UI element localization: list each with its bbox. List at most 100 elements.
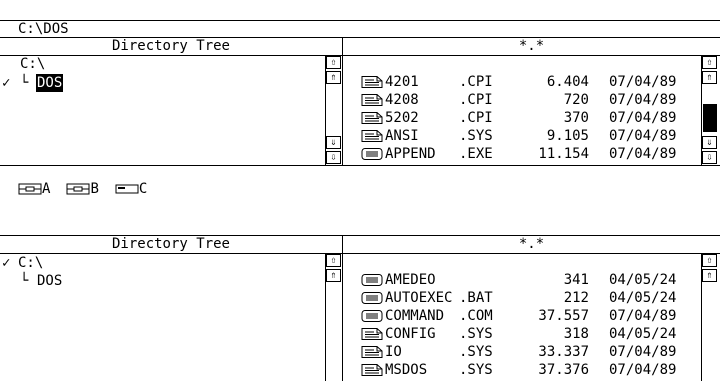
- file-extension: .SYS: [459, 362, 493, 378]
- file-row[interactable]: 4208 .CPI 720 07/04/89: [361, 91, 701, 109]
- file-row[interactable]: MSDOS .SYS 37.376 07/04/89: [361, 361, 701, 379]
- file-name: COMMAND: [385, 308, 445, 324]
- scroll-up-icon[interactable]: ⇧: [702, 56, 717, 69]
- top-files-header: *.*: [343, 38, 720, 56]
- floppy-drive-icon: [66, 183, 90, 195]
- drive-letter: C: [138, 181, 148, 197]
- tree-branch-glyph: └: [20, 273, 29, 289]
- drive-c-button[interactable]: C: [115, 180, 147, 198]
- file-date: 07/04/89: [609, 110, 677, 126]
- top-tree-scrollbar[interactable]: ⇧ ⇑ ⇓ ⇩: [325, 56, 342, 165]
- file-row[interactable]: 5202 .CPI 370 07/04/89: [361, 109, 701, 127]
- bottom-file-list: AMEDEO 341 04/05/24 AUTOEXEC .BAT 212 04/05/24…: [361, 271, 701, 379]
- file-name: 4208: [385, 92, 419, 108]
- file-date: 07/04/89: [609, 344, 677, 360]
- scroll-up-icon[interactable]: ⇧: [326, 254, 341, 267]
- bottom-tree-header: Directory Tree: [0, 236, 342, 254]
- file-name: 4201: [385, 74, 419, 90]
- top-tree-root[interactable]: C:\: [20, 55, 45, 73]
- document-icon: [361, 94, 383, 106]
- file-date: 04/05/24: [609, 272, 677, 288]
- file-date: 04/05/24: [609, 290, 677, 306]
- drive-bar: A B C: [18, 180, 163, 199]
- page-up-icon[interactable]: ⇑: [326, 71, 341, 84]
- bottom-files-header: *.*: [343, 236, 720, 254]
- tree-branch-glyph: └: [20, 75, 29, 91]
- page-up-icon[interactable]: ⇑: [702, 269, 717, 282]
- scroll-up-icon[interactable]: ⇧: [702, 254, 717, 267]
- file-size: 341: [563, 272, 589, 288]
- file-size: 9.105: [546, 128, 589, 144]
- file-date: 07/04/89: [609, 92, 677, 108]
- drive-letter: B: [90, 181, 99, 197]
- file-extension: .CPI: [459, 110, 493, 126]
- top-file-pane[interactable]: *.* 4201 .CPI 6.404 07/04/89 4208 .CPI 720 07/0…: [343, 38, 720, 165]
- top-files-scrollbar[interactable]: ⇧ ⇑ ⇓ ⇩: [701, 56, 718, 165]
- file-extension: .COM: [459, 308, 493, 324]
- bottom-file-pane[interactable]: *.* AMEDEO 341 04/05/24 AUTOEXEC .BAT 212 04/0…: [343, 236, 720, 381]
- file-row[interactable]: COMMAND .COM 37.557 07/04/89: [361, 307, 701, 325]
- file-row[interactable]: 4201 .CPI 6.404 07/04/89: [361, 73, 701, 91]
- file-row[interactable]: CONFIG .SYS 318 04/05/24: [361, 325, 701, 343]
- scroll-down-icon[interactable]: ⇩: [702, 151, 717, 164]
- hard-drive-icon: [115, 184, 139, 194]
- bottom-tree-dos-folder[interactable]: DOS: [37, 272, 62, 290]
- bottom-tree-pane[interactable]: Directory Tree ✓ C:\ └ DOS ⇧ ⇑: [0, 236, 342, 381]
- file-name: AUTOEXEC: [385, 290, 453, 306]
- file-size: 370: [563, 110, 589, 126]
- file-date: 07/04/89: [609, 128, 677, 144]
- file-extension: .EXE: [459, 146, 493, 162]
- program-icon: [361, 148, 383, 160]
- file-extension: .CPI: [459, 74, 493, 90]
- bottom-directory-window: Directory Tree ✓ C:\ └ DOS ⇧ ⇑ *.* AMEDE…: [0, 235, 720, 381]
- file-size: 6.404: [546, 74, 589, 90]
- check-icon: ✓: [2, 75, 11, 91]
- file-name: MSDOS: [385, 362, 428, 378]
- bottom-tree-scrollbar[interactable]: ⇧ ⇑: [325, 254, 342, 381]
- file-date: 07/04/89: [609, 74, 677, 90]
- file-row[interactable]: AMEDEO 341 04/05/24: [361, 271, 701, 289]
- file-row[interactable]: IO .SYS 33.337 07/04/89: [361, 343, 701, 361]
- file-size: 318: [563, 326, 589, 342]
- current-path: C:\DOS: [18, 21, 69, 37]
- file-row[interactable]: APPEND .EXE 11.154 07/04/89: [361, 145, 701, 163]
- page-down-icon[interactable]: ⇓: [326, 136, 341, 149]
- file-date: 04/05/24: [609, 326, 677, 342]
- program-icon: [361, 292, 383, 304]
- top-file-list: 4201 .CPI 6.404 07/04/89 4208 .CPI 720 07/04/89…: [361, 73, 701, 163]
- scroll-thumb[interactable]: [703, 104, 717, 132]
- drive-b-button[interactable]: B: [66, 180, 99, 198]
- top-directory-window: Directory Tree C:\ ✓ └ DOS ⇧ ⇑ ⇓ ⇩ *.* 4…: [0, 38, 720, 166]
- drive-a-button[interactable]: A: [18, 180, 50, 198]
- file-size: 37.376: [538, 362, 589, 378]
- bottom-files-scrollbar[interactable]: ⇧ ⇑: [701, 254, 718, 381]
- file-date: 07/04/89: [609, 362, 677, 378]
- file-size: 212: [563, 290, 589, 306]
- file-name: ANSI: [385, 128, 419, 144]
- file-size: 11.154: [538, 146, 589, 162]
- file-extension: .SYS: [459, 128, 493, 144]
- top-tree-dos-folder[interactable]: DOS: [36, 74, 64, 92]
- file-size: 720: [563, 92, 589, 108]
- file-row[interactable]: ANSI .SYS 9.105 07/04/89: [361, 127, 701, 145]
- bottom-tree-root[interactable]: C:\: [18, 254, 43, 272]
- file-name: IO: [385, 344, 402, 360]
- document-icon: [361, 76, 383, 88]
- file-row[interactable]: AUTOEXEC .BAT 212 04/05/24: [361, 289, 701, 307]
- page-up-icon[interactable]: ⇑: [326, 269, 341, 282]
- document-icon: [361, 364, 383, 376]
- page-down-icon[interactable]: ⇓: [702, 136, 717, 149]
- file-name: CONFIG: [385, 326, 436, 342]
- file-name: 5202: [385, 110, 419, 126]
- scroll-up-icon[interactable]: ⇧: [326, 56, 341, 69]
- floppy-drive-icon: [18, 183, 42, 195]
- scroll-down-icon[interactable]: ⇩: [326, 151, 341, 164]
- file-date: 07/04/89: [609, 146, 677, 162]
- file-size: 37.557: [538, 308, 589, 324]
- page-up-icon[interactable]: ⇑: [702, 71, 717, 84]
- file-name: AMEDEO: [385, 272, 436, 288]
- document-icon: [361, 130, 383, 142]
- program-icon: [361, 274, 383, 286]
- top-tree-pane[interactable]: Directory Tree C:\ ✓ └ DOS ⇧ ⇑ ⇓ ⇩: [0, 38, 342, 165]
- document-icon: [361, 112, 383, 124]
